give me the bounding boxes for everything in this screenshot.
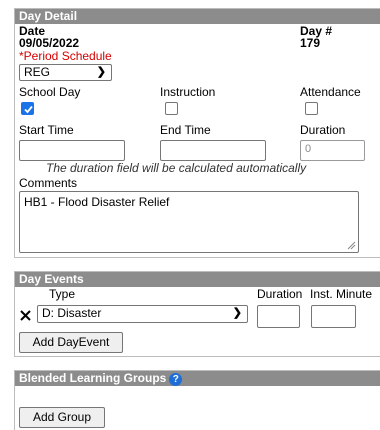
- event-type-value: D: Disaster: [42, 306, 102, 320]
- period-schedule-value: REG: [24, 65, 51, 79]
- event-type-select[interactable]: D: Disaster ❯: [37, 305, 248, 323]
- chevron-down-icon: ❯: [96, 66, 106, 78]
- chevron-down-icon: ❯: [232, 307, 242, 319]
- help-icon[interactable]: ?: [169, 373, 183, 386]
- day-detail-header: Day Detail: [15, 9, 380, 24]
- blended-groups-header: Blended Learning Groups?: [15, 371, 380, 386]
- event-duration-input[interactable]: [257, 305, 300, 328]
- duration-label: Duration: [300, 123, 346, 137]
- day-events-panel: Day Events Type Duration Inst. Minute D:…: [14, 271, 380, 357]
- end-time-label: End Time: [160, 123, 211, 137]
- duration-column-header: Duration: [257, 287, 303, 301]
- blended-groups-title: Blended Learning Groups: [19, 371, 167, 385]
- end-time-input[interactable]: [160, 140, 266, 161]
- duration-note: The duration field will be calculated au…: [46, 161, 307, 175]
- attendance-checkbox[interactable]: [305, 102, 318, 115]
- start-time-input[interactable]: [19, 140, 125, 161]
- type-column-header: Type: [49, 287, 76, 301]
- inst-minutes-column-header: Inst. Minute: [310, 287, 373, 301]
- comments-value: HB1 - Flood Disaster Relief: [24, 195, 170, 209]
- attendance-label: Attendance: [300, 85, 361, 99]
- day-number-value: 179: [300, 36, 321, 50]
- instruction-label: Instruction: [160, 85, 216, 99]
- checkmark-icon: [24, 105, 33, 114]
- school-day-label: School Day: [19, 85, 81, 99]
- remove-event-icon[interactable]: [19, 309, 32, 322]
- date-value: 09/05/2022: [19, 36, 80, 50]
- period-schedule-label: *Period Schedule: [19, 49, 112, 63]
- add-day-event-button[interactable]: Add DayEvent: [19, 332, 123, 353]
- event-inst-minutes-input[interactable]: [311, 305, 356, 328]
- day-events-header: Day Events: [15, 272, 380, 287]
- period-schedule-select[interactable]: REG ❯: [19, 64, 112, 81]
- duration-value: 0: [305, 143, 312, 155]
- duration-input[interactable]: 0: [300, 140, 365, 161]
- blended-groups-panel: Blended Learning Groups? Add Group: [14, 370, 380, 430]
- add-group-button[interactable]: Add Group: [19, 407, 105, 428]
- instruction-checkbox[interactable]: [165, 102, 178, 115]
- day-detail-panel: Day Detail Date 09/05/2022 Day # 179 *Pe…: [14, 8, 380, 258]
- school-day-checkbox[interactable]: [21, 102, 34, 115]
- resize-handle-icon[interactable]: [347, 241, 356, 250]
- comments-textarea[interactable]: HB1 - Flood Disaster Relief: [19, 191, 359, 253]
- start-time-label: Start Time: [19, 123, 74, 137]
- comments-label: Comments: [19, 176, 78, 190]
